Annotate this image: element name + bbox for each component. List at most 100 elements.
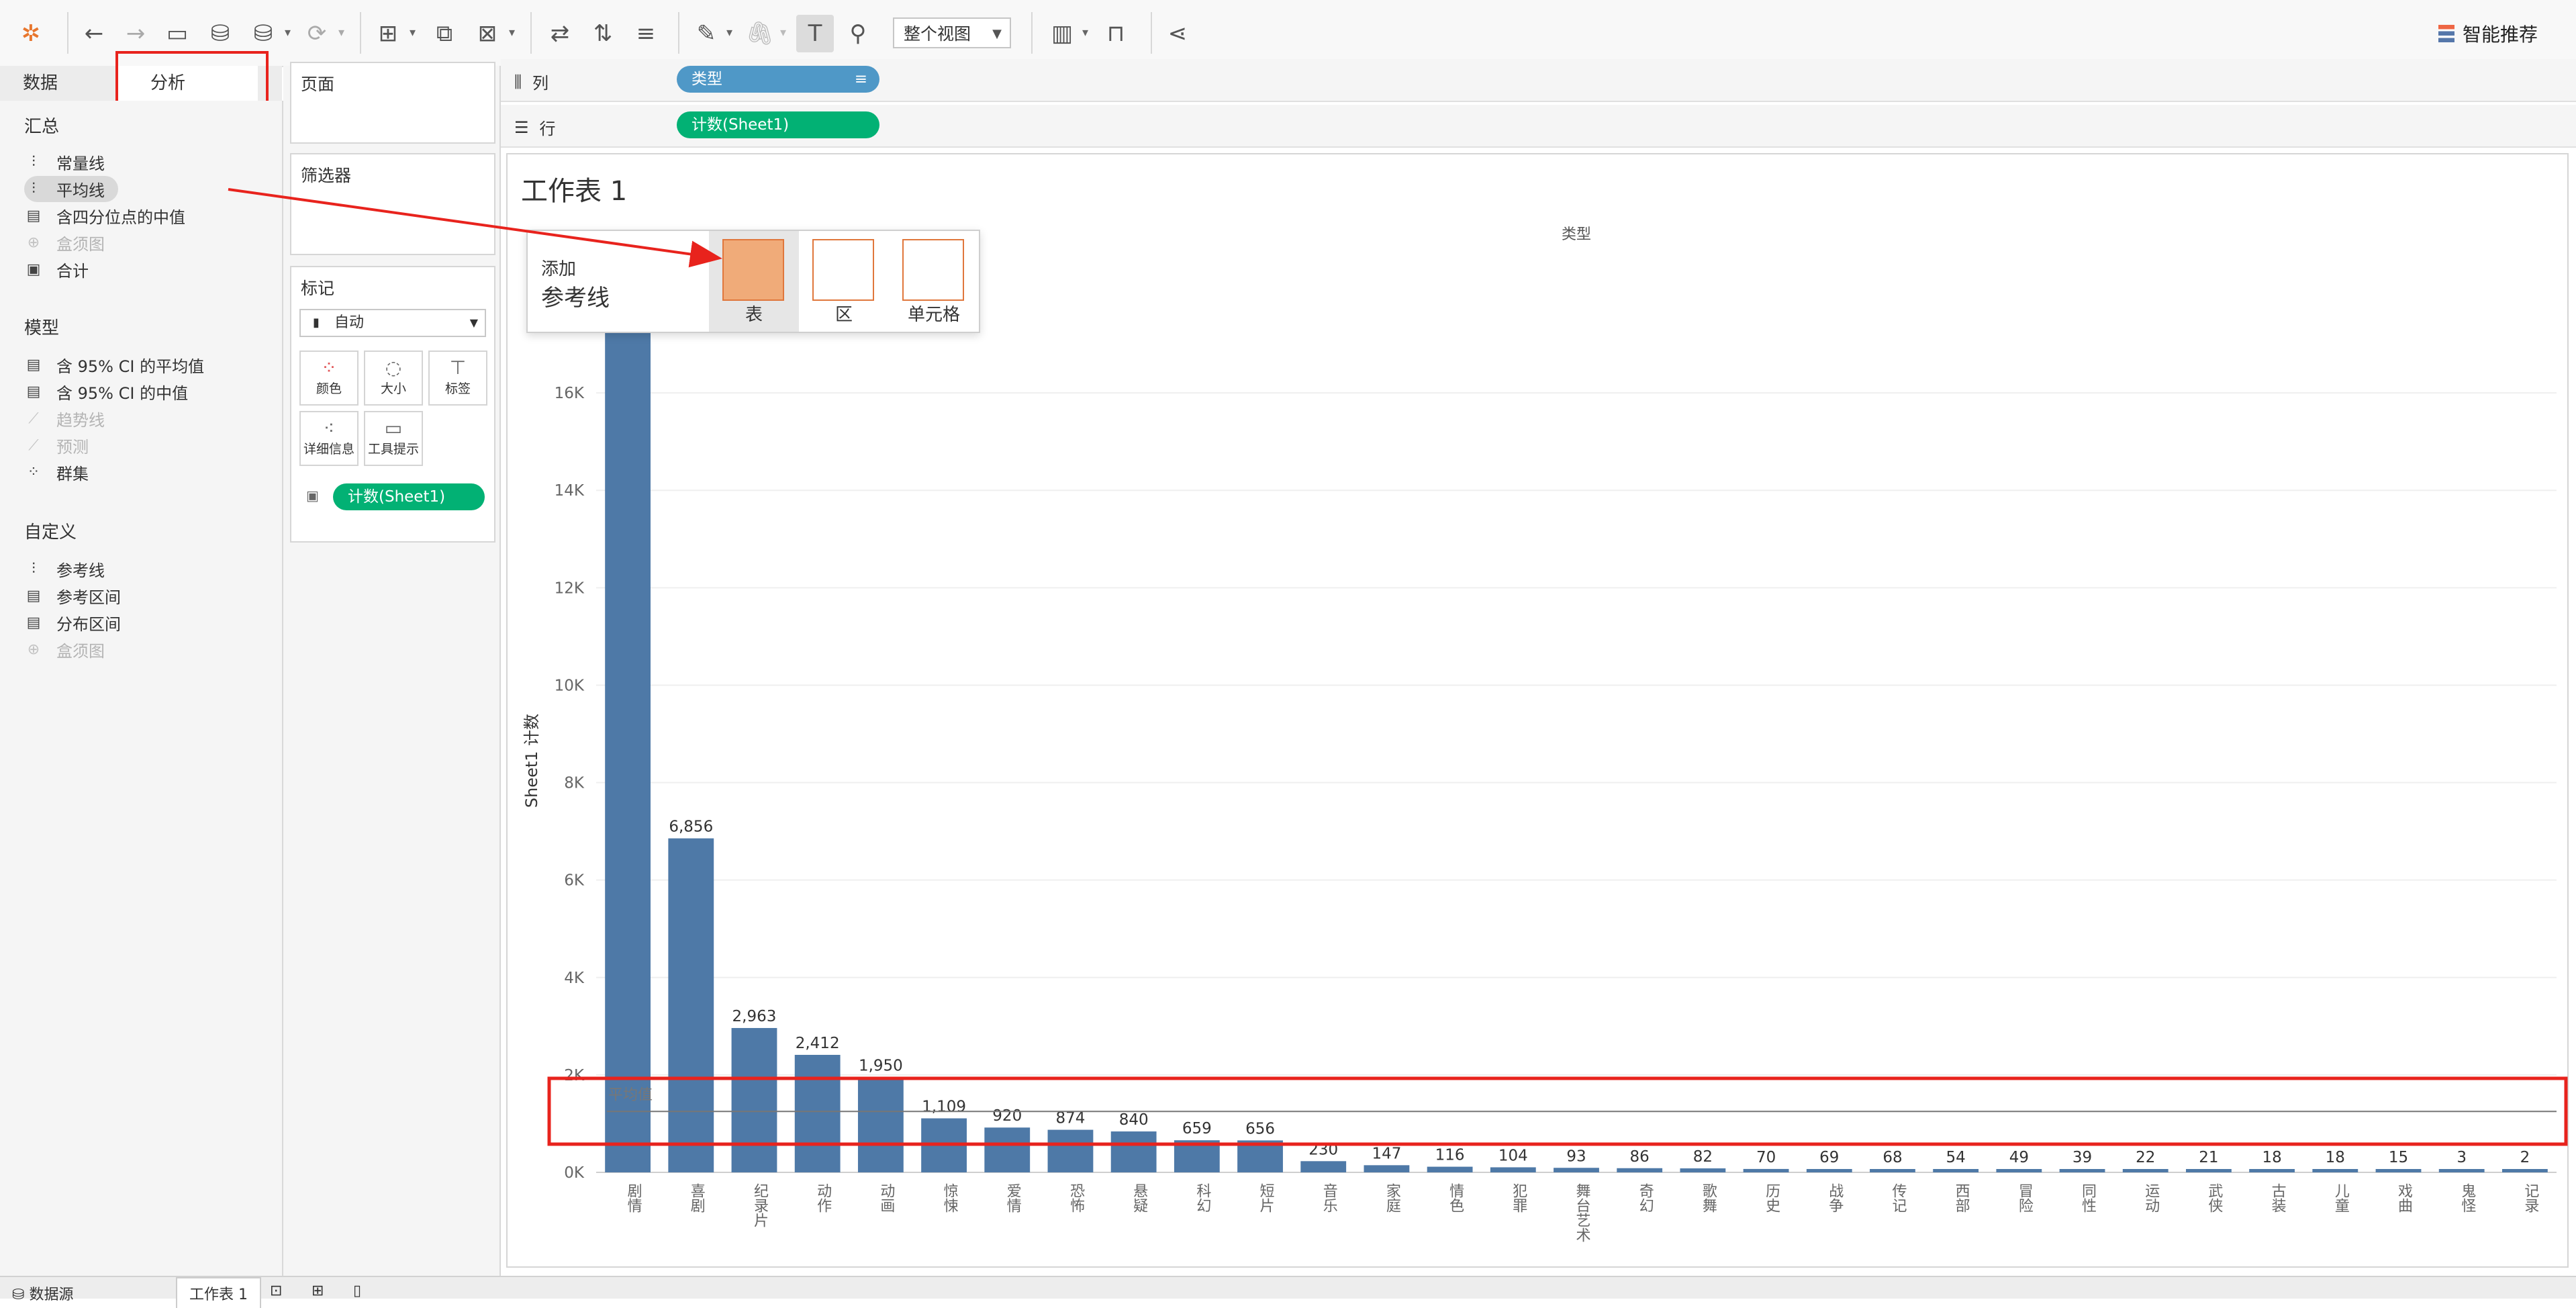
filters-card-title: 筛选器 xyxy=(301,166,352,185)
bar xyxy=(1554,1168,1599,1172)
box-plot-icon: ⊕ xyxy=(27,234,40,251)
analysis-item-median-ci[interactable]: ▤ 含 95% CI 的中值 xyxy=(24,380,188,404)
data-label: 2,412 xyxy=(796,1035,840,1052)
reference-line-label: 平均值 xyxy=(608,1086,653,1103)
smart-recommend-button[interactable]: 智能推荐 xyxy=(2438,20,2538,47)
chevron-down-icon[interactable]: ▾ xyxy=(509,26,515,40)
new-dashboard-icon[interactable]: ⊞ xyxy=(312,1282,324,1299)
columns-pill-type[interactable]: 类型 ≡ xyxy=(677,66,879,93)
new-sheet-icon[interactable]: ⊡ xyxy=(270,1282,282,1299)
marks-color-button[interactable]: ⁘ 颜色 xyxy=(299,351,359,406)
bar xyxy=(1300,1161,1347,1172)
pages-card[interactable]: 页面 xyxy=(290,62,495,144)
duplicate-sheet-icon[interactable]: ⧉ xyxy=(426,15,463,52)
save-icon[interactable]: ▭ xyxy=(158,15,196,52)
x-tick-label: 爱情 xyxy=(1004,1183,1022,1213)
chevron-down-icon[interactable]: ▾ xyxy=(780,26,786,40)
tableau-logo-icon[interactable]: ✲ xyxy=(12,15,50,52)
swap-rows-columns-icon[interactable]: ⇄ xyxy=(541,15,579,52)
chevron-down-icon[interactable]: ▾ xyxy=(285,26,291,40)
refresh-icon[interactable]: ⟳ xyxy=(298,15,336,52)
rows-pill-count[interactable]: 计数(Sheet1) xyxy=(677,111,879,138)
sheet-tab[interactable]: 工作表 1 xyxy=(176,1277,261,1308)
bar xyxy=(1110,1131,1157,1172)
datasource-options-icon[interactable]: ⛁ xyxy=(244,15,282,52)
highlight-icon[interactable]: ✎ xyxy=(687,15,725,52)
data-label: 920 xyxy=(992,1107,1022,1125)
bar xyxy=(2312,1169,2358,1172)
marks-label-button[interactable]: ⊤ 标签 xyxy=(428,351,487,406)
analysis-item-distribution-band[interactable]: ▤ 分布区间 xyxy=(24,611,121,635)
cluster-icon: ⁘ xyxy=(27,464,40,481)
new-story-icon[interactable]: ▯ xyxy=(353,1282,361,1299)
analysis-item-average-line[interactable]: ⫶ 平均线 xyxy=(24,176,118,202)
new-worksheet-icon[interactable]: ⊞ xyxy=(369,15,407,52)
undo-icon[interactable]: ← xyxy=(75,15,113,52)
analysis-item-totals[interactable]: ▣ 合计 xyxy=(24,258,89,281)
bar xyxy=(1364,1165,1410,1172)
chevron-down-icon[interactable]: ▾ xyxy=(410,26,416,40)
table-scope-icon xyxy=(722,239,784,301)
filters-card[interactable]: 筛选器 xyxy=(290,153,495,255)
chevron-down-icon: ▼ xyxy=(992,27,1002,41)
bar xyxy=(2438,1169,2485,1172)
chevron-down-icon[interactable]: ▾ xyxy=(726,26,732,40)
analysis-item-reference-line[interactable]: ⫶ 参考线 xyxy=(24,557,105,581)
bar xyxy=(1743,1168,1789,1172)
box-plot-icon: ⊕ xyxy=(27,641,40,658)
analysis-item-average-ci[interactable]: ▤ 含 95% CI 的平均值 xyxy=(24,353,204,377)
bar xyxy=(2059,1169,2105,1172)
x-tick-label: 惊悚 xyxy=(941,1183,959,1213)
pin-icon[interactable]: ⚲ xyxy=(839,15,877,52)
constant-line-icon: ⫶ xyxy=(32,154,36,171)
marks-count-pill[interactable]: 计数(Sheet1) xyxy=(333,483,485,510)
sort-descending-icon[interactable]: ≡ xyxy=(627,15,665,52)
analysis-item-cluster[interactable]: ⁘ 群集 xyxy=(24,461,89,484)
show-me-icon[interactable]: ▥ xyxy=(1043,15,1081,52)
analysis-item-forecast: ⟋ 预测 xyxy=(24,434,89,457)
x-tick-label: 歌舞 xyxy=(1700,1183,1717,1213)
redo-icon[interactable]: → xyxy=(117,15,154,52)
chevron-down-icon[interactable]: ▾ xyxy=(338,26,344,40)
new-datasource-icon[interactable]: ⛁ xyxy=(201,15,239,52)
x-tick-label: 家庭 xyxy=(1384,1183,1401,1213)
clear-sheet-icon[interactable]: ⊠ xyxy=(469,15,506,52)
x-tick-label: 动作 xyxy=(814,1183,832,1213)
analysis-item-reference-band[interactable]: ▤ 参考区间 xyxy=(24,584,121,608)
scope-table-option[interactable]: 表 xyxy=(709,231,799,332)
bar xyxy=(2186,1169,2232,1172)
marks-tooltip-button[interactable]: ▭ 工具提示 xyxy=(364,411,423,466)
presentation-icon[interactable]: ⊓ xyxy=(1097,15,1135,52)
group-icon[interactable]: 🖇 xyxy=(741,15,779,52)
scope-pane-option[interactable]: 区 xyxy=(799,231,889,332)
bar xyxy=(1427,1166,1473,1172)
fit-view-dropdown[interactable]: 整个视图 ▼ xyxy=(893,17,1011,48)
show-labels-icon[interactable]: T xyxy=(796,15,834,52)
bar xyxy=(1933,1169,1979,1172)
section-model-title: 模型 xyxy=(24,318,60,338)
x-tick-label: 犯罪 xyxy=(1510,1183,1527,1213)
tab-data[interactable]: 数据 xyxy=(23,66,58,101)
marks-type-dropdown[interactable]: ▮ 自动 ▼ xyxy=(299,309,486,337)
datasource-tab[interactable]: ⛁ 数据源 xyxy=(12,1282,73,1304)
analysis-item-median-quartiles[interactable]: ▤ 含四分位点的中值 xyxy=(24,204,185,228)
toolbar-separator xyxy=(360,12,361,54)
chevron-down-icon[interactable]: ▾ xyxy=(1082,26,1088,40)
data-label: 15 xyxy=(2389,1149,2408,1166)
analysis-item-constant-line[interactable]: ⫶ 常量线 xyxy=(24,150,105,174)
data-label: 104 xyxy=(1498,1147,1528,1164)
chevron-down-icon: ▼ xyxy=(469,316,478,329)
marks-detail-button[interactable]: ⁖ 详细信息 xyxy=(299,411,359,466)
datasource-icon: ⛁ xyxy=(12,1287,30,1303)
x-tick-label: 奇幻 xyxy=(1637,1183,1654,1213)
marks-size-button[interactable]: ◌ 大小 xyxy=(364,351,423,406)
sort-ascending-icon[interactable]: ⇅ xyxy=(584,15,622,52)
toolbar-separator xyxy=(1151,12,1152,54)
data-label: 86 xyxy=(1630,1148,1650,1166)
analysis-item-box-plot: ⊕ 盒须图 xyxy=(24,231,105,254)
data-label: 1,950 xyxy=(859,1058,903,1075)
data-label: 2,963 xyxy=(732,1008,777,1025)
share-icon[interactable]: ⋖ xyxy=(1159,15,1196,52)
scope-cell-option[interactable]: 单元格 xyxy=(889,231,979,332)
x-tick-label: 西部 xyxy=(1953,1183,1970,1213)
